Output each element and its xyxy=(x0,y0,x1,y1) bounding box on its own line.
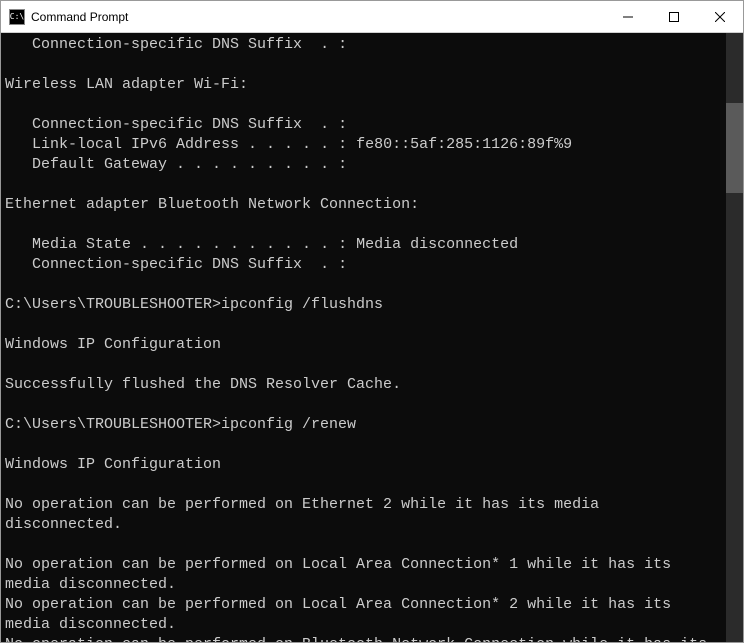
scrollbar-thumb[interactable] xyxy=(726,103,743,193)
minimize-icon xyxy=(623,12,633,22)
terminal-area: Connection-specific DNS Suffix . : Wirel… xyxy=(1,33,743,642)
minimize-button[interactable] xyxy=(605,1,651,32)
terminal-output[interactable]: Connection-specific DNS Suffix . : Wirel… xyxy=(1,33,726,642)
maximize-icon xyxy=(669,12,679,22)
maximize-button[interactable] xyxy=(651,1,697,32)
titlebar: C:\ Command Prompt xyxy=(1,1,743,33)
window-title: Command Prompt xyxy=(31,10,605,24)
close-icon xyxy=(715,12,725,22)
close-button[interactable] xyxy=(697,1,743,32)
scrollbar-track[interactable] xyxy=(726,33,743,642)
window-controls xyxy=(605,1,743,32)
cmd-icon: C:\ xyxy=(9,9,25,25)
